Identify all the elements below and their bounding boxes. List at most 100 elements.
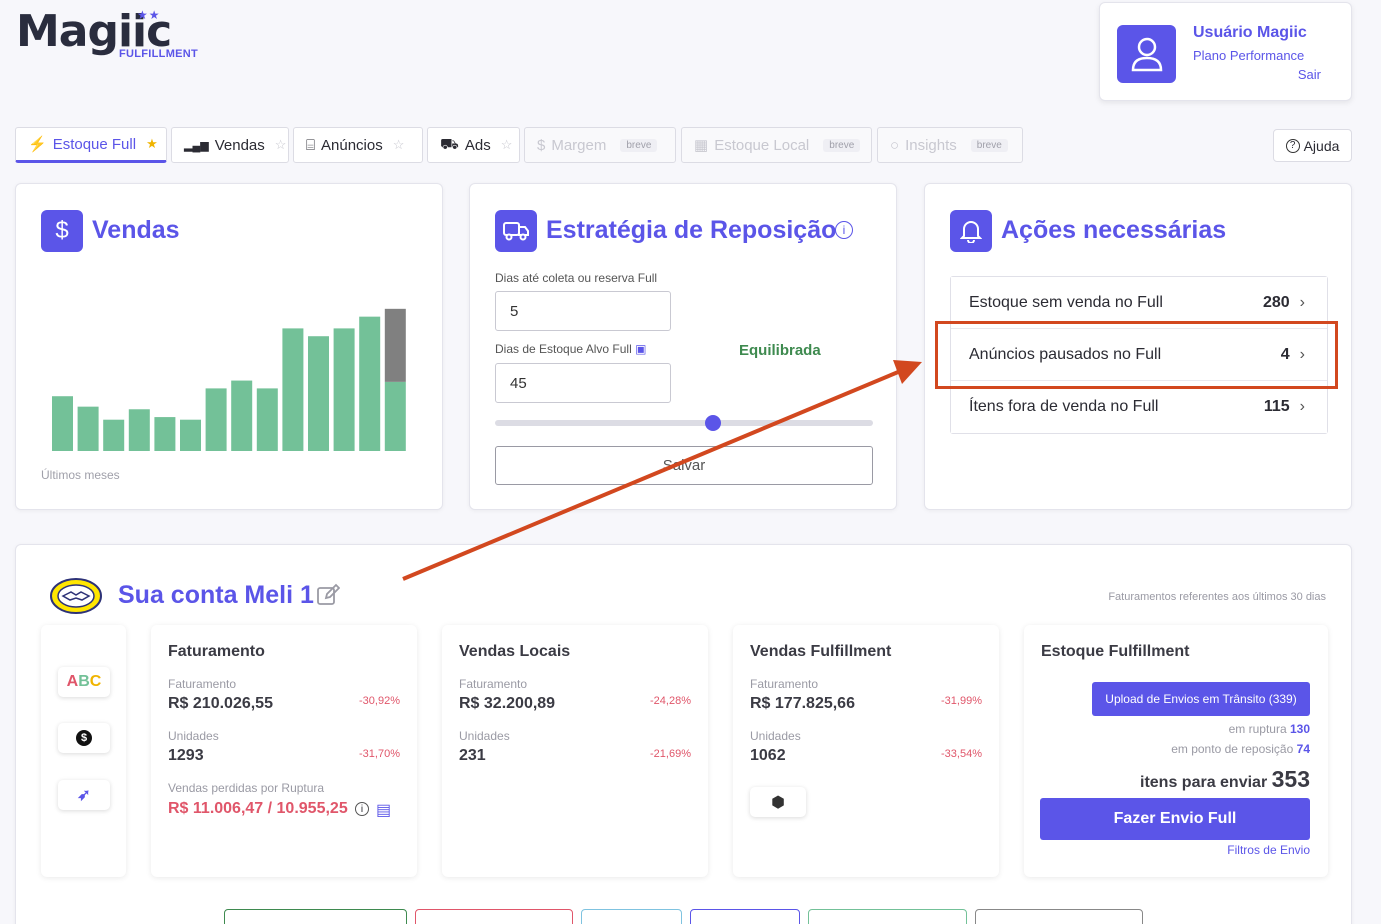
user-plan: Plano Performance <box>1193 48 1305 63</box>
units-change: -31,70% <box>359 748 400 760</box>
help-button[interactable]: ? Ajuda <box>1273 129 1352 162</box>
target-slider[interactable] <box>495 420 873 426</box>
bottom-button-5[interactable] <box>808 909 967 924</box>
action-count: 280 <box>1262 293 1290 311</box>
days-target-label: Dias de Estoque Alvo Full ▣ <box>495 342 647 356</box>
save-button[interactable]: Salvar <box>495 446 873 485</box>
boxes-button[interactable]: ⬢ <box>750 787 806 817</box>
fulfillment-stock-title: Estoque Fulfillment <box>1041 643 1190 660</box>
revenue-label: Faturamento <box>750 677 819 691</box>
brand-stars: ★★ <box>137 8 161 22</box>
account-section: Sua conta Meli 1 Faturamentos referentes… <box>15 544 1352 924</box>
chevron-right-icon: › <box>1299 293 1305 311</box>
chart-bar <box>282 328 304 451</box>
truck-icon <box>495 210 537 252</box>
help-label: Ajuda <box>1303 137 1340 154</box>
star-icon[interactable]: ☆ <box>275 137 287 153</box>
fulfillment-sales-card: Vendas Fulfillment Faturamento R$ 177.82… <box>733 625 999 877</box>
send-filters-link[interactable]: Filtros de Envio <box>1227 843 1310 857</box>
chart-bar <box>205 388 227 451</box>
units-label: Unidades <box>459 729 510 743</box>
avatar[interactable] <box>1117 25 1176 83</box>
tab-estoque-full[interactable]: ⚡ Estoque Full ★ <box>15 127 167 163</box>
bottom-button-3[interactable] <box>581 909 682 924</box>
boxes-icon: ⬢ <box>771 794 785 811</box>
action-label: Estoque sem venda no Full <box>969 293 1163 311</box>
chart-bar <box>333 328 355 451</box>
quick-links-card: ABC $ ➶ <box>41 625 126 877</box>
gift-icon: ⌸ <box>306 136 316 154</box>
revenue-value: R$ 177.825,66 <box>750 695 855 712</box>
account-title: Sua conta Meli 1 <box>118 581 314 609</box>
units-value: 231 <box>459 747 486 764</box>
chart-caption: Últimos meses <box>41 468 120 482</box>
slider-thumb[interactable] <box>705 415 721 431</box>
revenue-label: Faturamento <box>459 677 528 691</box>
reorder-count: 74 <box>1296 742 1310 756</box>
user-icon <box>1131 37 1162 72</box>
star-icon[interactable]: ★ <box>146 136 158 152</box>
building-icon: ▦ <box>694 137 709 154</box>
account-note: Faturamentos referentes aos últimos 30 d… <box>1108 591 1326 603</box>
action-count: 115 <box>1263 398 1290 415</box>
edit-icon[interactable] <box>316 583 341 607</box>
lost-sales-value: R$ 11.006,47 / 10.955,25 <box>168 800 348 817</box>
tab-ads[interactable]: ⛟ Ads ☆ <box>427 127 520 163</box>
revenue-card: Faturamento Faturamento R$ 210.026,55 -3… <box>151 625 417 877</box>
chart-bar <box>384 381 406 451</box>
tab-label: Estoque Local <box>714 136 810 154</box>
logout-link[interactable]: Sair <box>1298 67 1321 82</box>
chart-bar-segment <box>384 308 406 382</box>
bolt-icon: ⚡ <box>28 136 47 153</box>
bottom-button-4[interactable] <box>690 909 800 924</box>
user-name: Usuário Magiic <box>1193 24 1307 41</box>
report-icon[interactable]: ▤ <box>376 800 391 820</box>
info-icon[interactable]: i <box>835 221 853 239</box>
send-full-button[interactable]: Fazer Envio Full <box>1040 798 1310 840</box>
chart-bar <box>256 388 278 451</box>
days-collect-label: Dias até coleta ou reserva Full <box>495 271 658 285</box>
bar-chart-icon: ▂▄▆ <box>184 139 209 152</box>
upload-transit-button[interactable]: Upload de Envios em Trânsito (339) <box>1092 682 1310 716</box>
abc-button[interactable]: ABC <box>58 667 110 697</box>
lost-sales-label: Vendas perdidas por Ruptura <box>168 781 325 795</box>
strategy-status: Equilibrada <box>739 342 821 359</box>
revenue-value: R$ 210.026,55 <box>168 695 273 712</box>
tab-label: Insights <box>905 136 957 154</box>
units-label: Unidades <box>168 729 219 743</box>
tab-anuncios[interactable]: ⌸ Anúncios ☆ <box>293 127 423 163</box>
days-collect-input[interactable]: 5 <box>495 291 671 331</box>
rupture-line: em ruptura 130 <box>1228 722 1310 736</box>
calendar-icon: ▣ <box>635 342 647 356</box>
bottom-button-6[interactable] <box>975 909 1143 924</box>
chevron-right-icon: › <box>1299 398 1305 415</box>
tab-label: Ads <box>464 136 491 154</box>
tab-vendas[interactable]: ▂▄▆ Vendas ☆ <box>171 127 289 163</box>
revenue-change: -31,99% <box>941 695 982 707</box>
chart-bar <box>180 419 201 451</box>
bottom-button-2[interactable] <box>415 909 573 924</box>
revenue-title: Faturamento <box>168 643 265 660</box>
cart-icon: ⛟ <box>440 135 459 153</box>
brand-sub: FULFILLMENT <box>119 48 199 60</box>
soon-badge: breve <box>823 138 861 152</box>
star-icon[interactable]: ☆ <box>501 137 513 153</box>
days-target-input[interactable]: 45 <box>495 363 671 403</box>
info-icon[interactable]: i <box>355 802 369 816</box>
sales-bar-chart <box>52 308 406 451</box>
question-icon: ? <box>1285 138 1300 153</box>
dollar-coin-icon: $ <box>76 730 92 746</box>
bell-icon <box>950 210 992 252</box>
chart-bar <box>128 409 150 451</box>
bottom-button-1[interactable] <box>224 909 407 924</box>
revenue-change: -30,92% <box>359 695 400 707</box>
brand-logo: Magiic ★★ FULFILLMENT <box>16 6 206 66</box>
action-label: Ítens fora de venda no Full <box>969 398 1159 415</box>
dollar-icon: $ <box>537 136 546 154</box>
rocket-button[interactable]: ➶ <box>58 780 110 810</box>
tab-insights: ○ Insights breve <box>877 127 1023 163</box>
annotation-highlight-box <box>935 321 1338 389</box>
dollar-coin-button[interactable]: $ <box>58 723 110 753</box>
star-icon[interactable]: ☆ <box>393 137 405 153</box>
units-change: -33,54% <box>941 748 982 760</box>
